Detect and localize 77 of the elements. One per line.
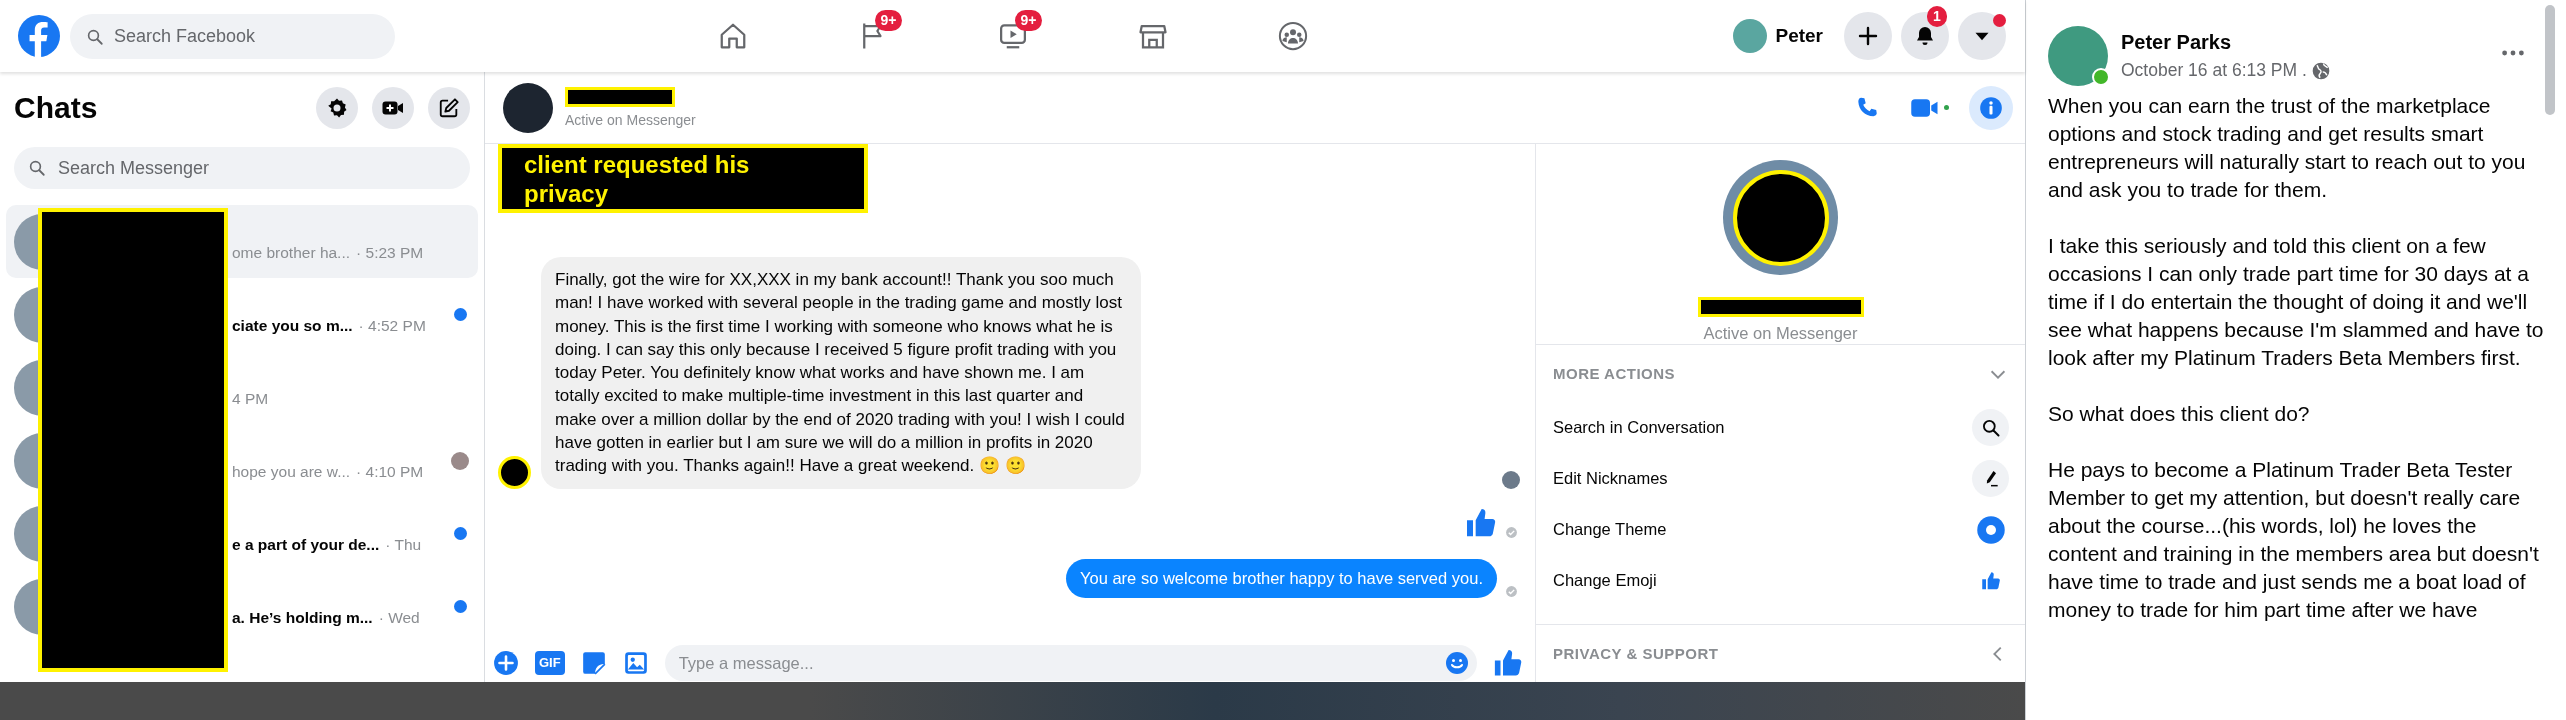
timestamp: · 5:23 PM (356, 243, 424, 262)
post-paragraph: He pays to become a Platinum Trader Beta Tester Member to get my attention, but doesn't really care about the course...(his words, lol) he loves the content and training in the members area but doesn't have time to trade and just sends me a boat load of money to trade for him part time after we have (2048, 457, 2540, 623)
compose-button[interactable] (428, 87, 470, 129)
author-name[interactable]: Peter Parks (2121, 31, 2502, 54)
more-icon (2502, 50, 2524, 56)
image-icon (622, 650, 649, 676)
timestamp: · Wed (378, 608, 420, 627)
unread-dot (453, 308, 467, 321)
post-paragraph: So what does this client do? (2048, 401, 2311, 427)
nav-tab[interactable]: 9+ (942, 0, 1083, 72)
menu-item[interactable]: Change Emoji (1553, 571, 1657, 590)
timestamp: · 4:10 PM (356, 462, 424, 481)
avatar (2048, 26, 2108, 86)
search-icon (86, 27, 104, 46)
avatar (1733, 19, 1768, 53)
avatar (503, 82, 553, 133)
thumbs-up-icon[interactable] (1980, 570, 2001, 591)
menu-item[interactable]: Edit Nicknames (1553, 469, 1668, 488)
timestamp: · 4:52 PM (358, 316, 426, 335)
message-preview: e a part of your de... (232, 535, 380, 554)
check-icon (1504, 584, 1518, 598)
thumbs-up-icon (1465, 506, 1497, 539)
seen-avatar (1502, 470, 1520, 489)
search-field[interactable]: Search Facebook (70, 13, 395, 59)
timestamp: 4 PM (232, 389, 269, 408)
message-bubble: You are so welcome brother happy to have served you. (1066, 558, 1497, 598)
redaction-note: client requested his privacy (498, 144, 868, 213)
compose-icon (438, 97, 460, 119)
gif-button[interactable]: GIF (535, 651, 565, 675)
count-badge: 1 (1927, 6, 1947, 27)
search-icon (28, 159, 46, 177)
people-icon (1277, 21, 1308, 51)
new-room-button[interactable] (372, 87, 414, 129)
account-menu-button[interactable] (1958, 12, 2006, 60)
message-preview: hope you are w... (232, 462, 351, 481)
menu-item[interactable]: Search in Conversation (1553, 418, 1725, 437)
smiley-icon[interactable] (1445, 651, 1469, 675)
sender-avatar (498, 455, 531, 489)
settings-button[interactable] (316, 87, 358, 129)
status-text: Active on Messenger (565, 112, 697, 128)
menu-item[interactable]: Change Theme (1553, 520, 1667, 539)
check-icon (1504, 525, 1518, 539)
message-field[interactable]: Type a message... (664, 645, 1477, 681)
sticker-icon (580, 650, 607, 676)
theme-icon[interactable] (1975, 514, 2006, 545)
search-field[interactable]: Search Messenger (14, 147, 470, 189)
post-paragraph: When you can earn the trust of the marketplace options and stock trading and get results smart entrepreneurs will naturally start to reach out to you and ask you to trade for them. (2048, 93, 2527, 203)
post-paragraph: I take this seriously and told this client on a few occasions I can only trade part time for 30 days at a time if I do entertain the thought of doing it and we'll see what happens because I'm slammed and have to look after my Platinum Traders Beta Members first. (2048, 233, 2545, 371)
notifications-button[interactable] (1901, 12, 1949, 60)
plus-icon (1856, 24, 1880, 48)
info-icon (1978, 94, 2004, 121)
globe-icon (2310, 60, 2331, 81)
panel-title: Chats (14, 91, 99, 125)
info-button[interactable] (1969, 85, 2013, 130)
count-badge: 9+ (1014, 10, 1043, 31)
message-preview: ome brother ha... (232, 243, 351, 262)
scrollbar[interactable] (2545, 5, 2555, 115)
plus-icon (493, 650, 519, 676)
nav-tab[interactable]: 9+ (802, 0, 943, 72)
app-logo[interactable] (18, 15, 60, 57)
unread-dot (453, 600, 467, 613)
more-button[interactable] (493, 650, 519, 676)
post-time[interactable]: October 16 at 6:13 PM . (2121, 60, 2307, 81)
message-bubble: Finally, got the wire for XX,XXX in my bank account!! Thank you soo much man! I have worked with several people in the trading game and mostly lost money. This is the first time I working with someone who knows what he is doing. I can say this only because I received 5 figure profit trading with you today Peter. You definitely know what works and have shown me. I am totally excited to make multiple-time investment in this last quarter and make over a million dollar by the end of 2020 trading with you! I wish I could have gotten in earlier but I am sure we will do a million in profits in 2020 trading with you. Thanks again!! Have a great weekend. 🙂 🙂 (541, 257, 1141, 489)
profile-link[interactable]: Peter (1729, 15, 1835, 57)
message-preview: a. He’s holding m... (232, 608, 373, 627)
status-text: Active on Messenger (1703, 324, 1858, 343)
timestamp: · Thu (385, 535, 422, 554)
photo-button[interactable] (622, 650, 649, 676)
thumbs-up-icon[interactable] (1493, 648, 1523, 678)
seen-avatar (451, 451, 469, 470)
search-icon[interactable] (1980, 417, 2001, 438)
message-preview: ciate you so m... (232, 316, 353, 335)
create-button[interactable] (1844, 12, 1892, 60)
count-badge: 9+ (874, 10, 903, 31)
sticker-button[interactable] (580, 650, 607, 676)
unread-dot (453, 527, 467, 540)
